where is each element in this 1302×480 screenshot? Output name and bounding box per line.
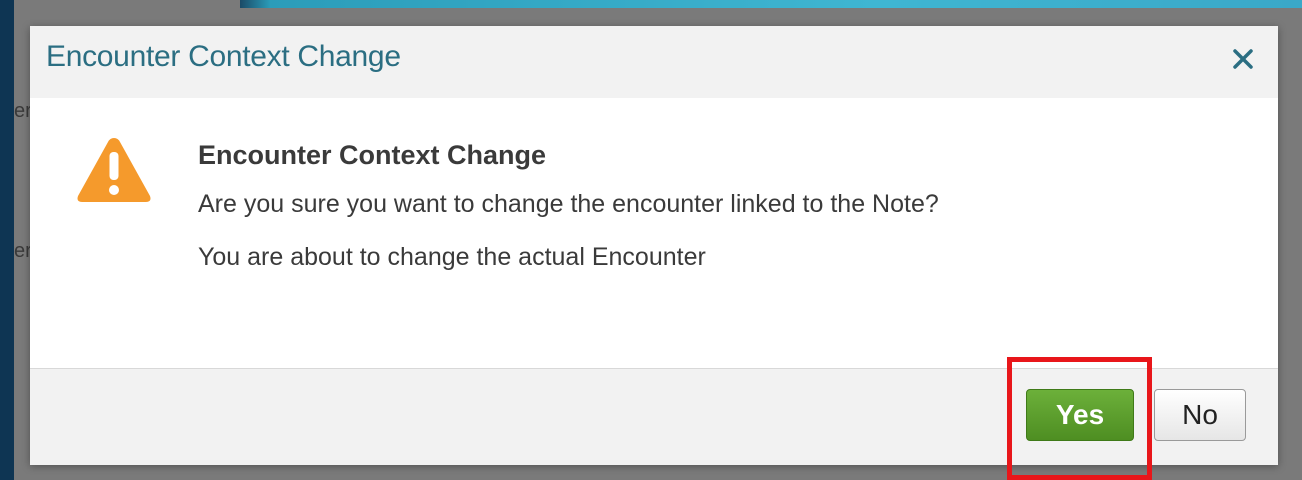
dialog-header: Encounter Context Change	[30, 26, 1278, 98]
confirmation-dialog: Encounter Context Change Encounter Conte…	[30, 26, 1278, 465]
left-navigation-strip	[0, 0, 14, 480]
dialog-footer: Yes No	[30, 368, 1278, 465]
dialog-title: Encounter Context Change	[46, 40, 401, 73]
close-icon[interactable]	[1226, 42, 1260, 76]
message-question: Are you sure you want to change the enco…	[198, 190, 939, 218]
top-banner	[240, 0, 1302, 8]
warning-triangle-icon	[74, 134, 154, 206]
message-title: Encounter Context Change	[198, 140, 547, 170]
top-banner-edge	[240, 0, 270, 8]
no-button[interactable]: No	[1154, 389, 1246, 441]
yes-button[interactable]: Yes	[1026, 389, 1134, 441]
message-detail: You are about to change the actual Encou…	[198, 243, 706, 271]
dialog-body: Encounter Context Change Are you sure yo…	[30, 98, 1278, 368]
